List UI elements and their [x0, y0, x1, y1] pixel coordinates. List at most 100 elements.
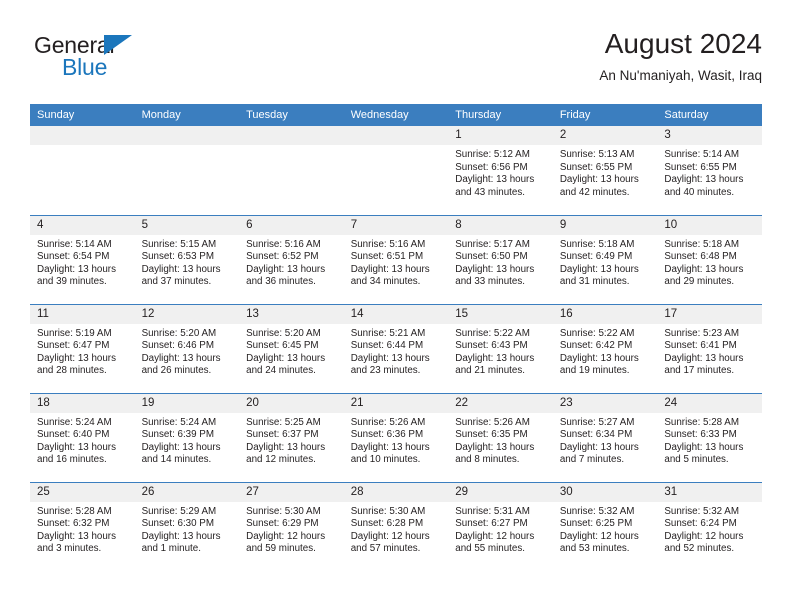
calendar-cell-day[interactable]: 26 Sunrise: 5:29 AM Sunset: 6:30 PM Dayligh… — [134, 481, 240, 571]
calendar-cell-day[interactable]: 5 Sunrise: 5:15 AM Sunset: 6:53 PM Daylight… — [134, 214, 240, 304]
day-daylight2-text: and 24 minutes. — [246, 365, 316, 377]
calendar-cell-day[interactable]: 29 Sunrise: 5:31 AM Sunset: 6:27 PM Dayligh… — [448, 481, 553, 571]
page-header: General Blue August 2024 An Nu'maniyah, … — [30, 26, 762, 96]
day-number: 31 — [657, 482, 762, 502]
day-sunset-text: Sunset: 6:28 PM — [350, 518, 424, 530]
day-daylight2-text: and 43 minutes. — [455, 186, 525, 198]
day-sunrise-text: Sunrise: 5:16 AM — [350, 238, 426, 250]
calendar-cell-inner: 23 Sunrise: 5:27 AM Sunset: 6:34 PM Dayligh… — [552, 393, 658, 482]
calendar-cell-day[interactable]: 17 Sunrise: 5:23 AM Sunset: 6:41 PM Dayligh… — [657, 303, 762, 393]
day-number — [30, 126, 135, 145]
day-sunrise-text: Sunrise: 5:32 AM — [559, 505, 635, 517]
day-details: Sunrise: 5:28 AM Sunset: 6:33 PM Daylight:… — [657, 413, 762, 467]
logo-text-blue: Blue — [62, 54, 108, 80]
calendar-cell-day[interactable]: 13 Sunrise: 5:20 AM Sunset: 6:45 PM Dayligh… — [239, 303, 344, 393]
calendar-cell-day[interactable]: 8 Sunrise: 5:17 AM Sunset: 6:50 PM Daylight… — [448, 214, 553, 304]
day-sunrise-text: Sunrise: 5:28 AM — [37, 505, 112, 517]
day-sunset-text: Sunset: 6:51 PM — [350, 251, 424, 263]
day-sunrise-text: Sunrise: 5:24 AM — [141, 416, 217, 428]
day-details: Sunrise: 5:16 AM Sunset: 6:52 PM Daylight:… — [239, 235, 344, 289]
calendar-cell-day[interactable]: 3 Sunrise: 5:14 AM Sunset: 6:55 PM Daylight… — [657, 126, 762, 215]
day-daylight1-text: Daylight: 13 hours — [37, 530, 116, 542]
day-daylight2-text: and 33 minutes. — [455, 276, 525, 288]
day-number: 26 — [134, 482, 240, 502]
calendar-cell-inner: 27 Sunrise: 5:30 AM Sunset: 6:29 PM Dayligh… — [239, 482, 344, 572]
calendar-cell-inner: 9 Sunrise: 5:18 AM Sunset: 6:49 PM Daylight… — [552, 215, 658, 304]
weekday-header-row: Sunday Monday Tuesday Wednesday Thursday… — [30, 104, 762, 126]
calendar-cell-inner: 25 Sunrise: 5:28 AM Sunset: 6:32 PM Dayligh… — [30, 482, 135, 572]
day-sunrise-text: Sunrise: 5:29 AM — [141, 505, 217, 517]
day-daylight1-text: Daylight: 13 hours — [455, 263, 535, 275]
day-number: 13 — [239, 304, 344, 324]
day-sunset-text: Sunset: 6:25 PM — [559, 518, 633, 530]
day-sunrise-text: Sunrise: 5:12 AM — [455, 149, 530, 160]
day-number: 19 — [134, 393, 240, 413]
day-sunset-text: Sunset: 6:48 PM — [664, 251, 737, 263]
calendar-cell-day[interactable]: 31 Sunrise: 5:32 AM Sunset: 6:24 PM Dayligh… — [657, 481, 762, 571]
calendar-cell-day[interactable]: 24 Sunrise: 5:28 AM Sunset: 6:33 PM Dayligh… — [657, 392, 762, 482]
day-daylight2-text: and 28 minutes. — [37, 365, 107, 377]
calendar-cell-day[interactable]: 15 Sunrise: 5:22 AM Sunset: 6:43 PM Dayligh… — [448, 303, 553, 393]
calendar-cell-day[interactable]: 12 Sunrise: 5:20 AM Sunset: 6:46 PM Dayligh… — [134, 303, 240, 393]
calendar-cell-day[interactable]: 27 Sunrise: 5:30 AM Sunset: 6:29 PM Dayligh… — [239, 481, 344, 572]
day-daylight1-text: Daylight: 12 hours — [246, 530, 326, 542]
calendar-cell-day[interactable]: 30 Sunrise: 5:32 AM Sunset: 6:25 PM Dayligh… — [552, 481, 658, 571]
day-daylight1-text: Daylight: 13 hours — [664, 441, 744, 453]
day-daylight1-text: Daylight: 13 hours — [455, 352, 535, 364]
day-daylight2-text: and 16 minutes. — [37, 454, 107, 466]
calendar-cell-day[interactable]: 22 Sunrise: 5:26 AM Sunset: 6:35 PM Dayligh… — [448, 392, 553, 482]
day-details: Sunrise: 5:13 AM Sunset: 6:55 PM Daylight:… — [553, 145, 658, 199]
day-details: Sunrise: 5:23 AM Sunset: 6:41 PM Daylight:… — [657, 324, 762, 378]
day-daylight2-text: and 23 minutes. — [350, 365, 421, 377]
calendar-cell-empty — [239, 126, 344, 215]
calendar-cell-day[interactable]: 6 Sunrise: 5:16 AM Sunset: 6:52 PM Daylight… — [239, 214, 344, 304]
calendar-cell-day[interactable]: 18 Sunrise: 5:24 AM Sunset: 6:40 PM Dayligh… — [30, 392, 135, 482]
day-daylight2-text: and 40 minutes. — [664, 186, 735, 198]
calendar-cell-day[interactable]: 11 Sunrise: 5:19 AM Sunset: 6:47 PM Dayligh… — [30, 303, 135, 393]
day-sunset-text: Sunset: 6:41 PM — [664, 340, 737, 352]
calendar-cell-day[interactable]: 25 Sunrise: 5:28 AM Sunset: 6:32 PM Dayligh… — [30, 481, 135, 572]
day-details: Sunrise: 5:29 AM Sunset: 6:30 PM Daylight:… — [135, 502, 240, 556]
day-daylight2-text: and 5 minutes. — [664, 454, 729, 466]
day-daylight2-text: and 10 minutes. — [350, 454, 421, 466]
day-daylight1-text: Daylight: 13 hours — [141, 263, 221, 275]
calendar-cell-day[interactable]: 16 Sunrise: 5:22 AM Sunset: 6:42 PM Dayligh… — [552, 303, 658, 393]
calendar-cell-day[interactable]: 7 Sunrise: 5:16 AM Sunset: 6:51 PM Daylight… — [343, 214, 449, 304]
calendar-cell-day[interactable]: 20 Sunrise: 5:25 AM Sunset: 6:37 PM Dayligh… — [239, 392, 344, 482]
day-sunset-text: Sunset: 6:45 PM — [246, 340, 319, 352]
calendar-cell-day[interactable]: 9 Sunrise: 5:18 AM Sunset: 6:49 PM Daylight… — [552, 214, 658, 304]
day-details: Sunrise: 5:21 AM Sunset: 6:44 PM Daylight:… — [344, 324, 449, 378]
day-daylight1-text: Daylight: 12 hours — [350, 530, 430, 542]
day-sunset-text: Sunset: 6:37 PM — [246, 429, 319, 441]
day-sunrise-text: Sunrise: 5:17 AM — [455, 238, 530, 250]
day-number — [134, 126, 240, 145]
day-sunrise-text: Sunrise: 5:13 AM — [559, 149, 635, 160]
weekday-header-thursday: Thursday — [448, 104, 553, 126]
calendar-cell-day[interactable]: 19 Sunrise: 5:24 AM Sunset: 6:39 PM Dayligh… — [134, 392, 240, 482]
calendar-cell-day[interactable]: 1 Sunrise: 5:12 AM Sunset: 6:56 PM Daylight… — [448, 126, 553, 215]
day-daylight1-text: Daylight: 13 hours — [559, 263, 639, 275]
day-details: Sunrise: 5:26 AM Sunset: 6:36 PM Daylight:… — [344, 413, 449, 467]
day-sunrise-text: Sunrise: 5:14 AM — [664, 149, 739, 160]
calendar-cell-day[interactable]: 4 Sunrise: 5:14 AM Sunset: 6:54 PM Daylight… — [30, 214, 135, 304]
day-daylight1-text: Daylight: 13 hours — [37, 352, 116, 364]
day-number: 15 — [448, 304, 553, 324]
day-sunrise-text: Sunrise: 5:18 AM — [664, 238, 739, 250]
calendar-cell-day[interactable]: 2 Sunrise: 5:13 AM Sunset: 6:55 PM Daylight… — [552, 126, 658, 215]
day-number: 16 — [552, 304, 658, 324]
calendar-cell-day[interactable]: 10 Sunrise: 5:18 AM Sunset: 6:48 PM Dayligh… — [657, 214, 762, 304]
calendar-cell-empty — [343, 126, 449, 215]
general-blue-logo[interactable]: General Blue — [34, 32, 194, 88]
weekday-header-saturday: Saturday — [657, 104, 762, 126]
calendar-cell-day[interactable]: 21 Sunrise: 5:26 AM Sunset: 6:36 PM Dayligh… — [343, 392, 449, 482]
day-sunrise-text: Sunrise: 5:19 AM — [37, 327, 112, 339]
calendar-cell-day[interactable]: 28 Sunrise: 5:30 AM Sunset: 6:28 PM Dayligh… — [343, 481, 449, 571]
calendar-cell-day[interactable]: 14 Sunrise: 5:21 AM Sunset: 6:44 PM Dayligh… — [343, 303, 449, 393]
day-details: Sunrise: 5:14 AM Sunset: 6:54 PM Daylight:… — [30, 235, 135, 289]
title-block: August 2024 An Nu'maniyah, Wasit, Iraq — [599, 26, 762, 86]
day-details: Sunrise: 5:20 AM Sunset: 6:45 PM Daylight:… — [239, 324, 344, 378]
day-number: 25 — [30, 482, 135, 502]
day-sunset-text: Sunset: 6:50 PM — [455, 251, 528, 263]
day-sunset-text: Sunset: 6:29 PM — [246, 518, 319, 530]
calendar-cell-day[interactable]: 23 Sunrise: 5:27 AM Sunset: 6:34 PM Dayligh… — [552, 392, 658, 482]
